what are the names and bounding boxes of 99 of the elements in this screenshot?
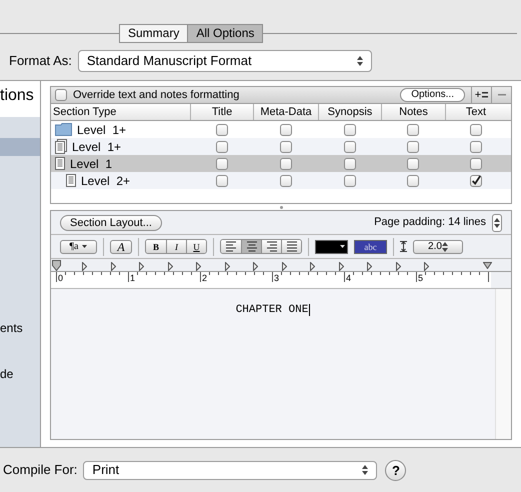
table-row[interactable]: Level 1+ [51,138,511,155]
ruler-number: 4 [346,273,352,283]
tab-stop-icon[interactable] [139,262,144,271]
tab-stop-icon[interactable] [396,262,400,271]
sidebar-item[interactable]: de [0,365,40,383]
checkbox[interactable] [407,140,419,152]
list-icon [482,92,488,98]
line-spacing-icon [400,241,407,252]
ruler-number: 1 [130,273,136,283]
document-text: CHAPTER ONE [236,304,310,316]
align-button[interactable] [221,240,241,253]
checkbox[interactable] [344,140,356,152]
column-header[interactable]: Synopsis [318,104,381,120]
document-icon [55,157,65,170]
checkbox[interactable] [344,174,356,186]
checkbox[interactable] [216,124,228,136]
stepper-icon [442,242,448,252]
column-header[interactable]: Meta-Data [253,104,318,120]
compile-dropdown[interactable]: Print [83,460,378,480]
tab-stop-icon[interactable] [110,262,116,271]
field-label: Compile For: [3,461,78,480]
ruler-number: 2 [202,273,208,283]
checkbox[interactable] [280,124,292,136]
align-button[interactable] [241,240,261,253]
splitter-handle[interactable] [280,206,282,208]
checkbox[interactable] [216,140,228,152]
document-icon [66,174,76,187]
format-button[interactable]: B [146,240,166,253]
column-header[interactable]: Notes [381,104,445,120]
help-button[interactable]: ? [385,460,406,480]
format-dropdown[interactable]: Standard Manuscript Format [78,50,372,72]
checkbox[interactable] [280,140,292,152]
checkbox[interactable] [470,174,482,186]
checkbox-label: Override text and notes formatting [73,88,240,103]
table-cell-text: Level 1+ [77,122,126,138]
add-button[interactable]: + [471,87,491,103]
indent-marker-icon[interactable] [52,260,61,271]
tab-stop-icon[interactable] [424,262,429,271]
margin-marker-icon[interactable] [483,262,492,269]
align-button[interactable] [261,240,281,253]
view-tab[interactable]: All Options [187,25,262,42]
tab-stop-icon[interactable] [224,262,230,271]
column-header[interactable]: Section Type [51,104,190,120]
checkbox[interactable] [216,174,228,186]
tab-stop-icon[interactable] [168,262,172,271]
font-button[interactable]: A [110,240,132,254]
table-row[interactable]: Level 1 [51,155,511,172]
ruler[interactable]: 0 1 2 3 4 5 [51,259,511,289]
page-padding-label: Page padding: 14 lines [374,215,486,230]
section-layout-button[interactable]: Section Layout... [60,214,162,230]
tab-stop-icon[interactable] [196,262,201,271]
scrollbar-track[interactable] [495,289,511,439]
table-row[interactable]: Level 2+ [51,172,511,189]
minus-icon [498,94,506,96]
checkbox[interactable] [344,158,356,170]
ruler-number: 5 [418,273,424,283]
tab-stop-icon[interactable] [367,262,372,271]
checkbox[interactable] [407,158,419,170]
checkbox[interactable] [407,124,419,136]
ruler-number: 3 [274,273,280,283]
paragraph-style-button[interactable]: ¶a [60,240,97,254]
stepper-icon [356,56,363,66]
column-header[interactable]: Title [190,104,253,120]
sidebar-heading: tions [0,81,40,117]
view-tab[interactable]: Summary [120,25,188,42]
checkbox[interactable] [216,158,228,170]
align-button[interactable] [281,240,301,253]
format-button[interactable]: I [166,240,186,253]
checkbox[interactable] [344,124,356,136]
table-cell-text: Level 1 [70,156,112,172]
folder-icon [55,123,72,136]
table-cell-text: Level 1+ [72,138,122,156]
tab-stop-icon[interactable] [282,262,286,271]
checkbox[interactable] [470,158,482,170]
line-spacing-dropdown[interactable]: 2.0 [413,240,463,254]
checkbox[interactable] [470,140,482,152]
field-label: Format As: [9,52,72,70]
tab-stop-icon[interactable] [338,262,344,271]
checkbox[interactable] [280,174,292,186]
stepper-icon [362,465,368,475]
sidebar-item[interactable]: ents [0,319,40,337]
checkbox[interactable] [55,89,67,101]
checkbox[interactable] [407,174,419,186]
tab-stop-icon[interactable] [310,262,315,271]
checkbox[interactable] [280,158,292,170]
format-button[interactable]: U [186,240,206,253]
checkbox[interactable] [470,124,482,136]
table-cell-text: Level 2+ [81,172,130,190]
tab-stop-icon[interactable] [82,262,87,271]
caret-icon [340,245,345,248]
stepper[interactable] [492,214,502,232]
highlight-color-well[interactable]: abc [354,240,387,254]
text-color-well[interactable] [315,240,348,254]
tab-stop-icon[interactable] [253,262,258,271]
caret-icon [82,245,88,248]
column-header[interactable]: Text [445,104,506,120]
ruler-number: 0 [58,273,64,283]
document-stack-icon [55,139,67,154]
options-button[interactable]: Options... [400,88,465,102]
